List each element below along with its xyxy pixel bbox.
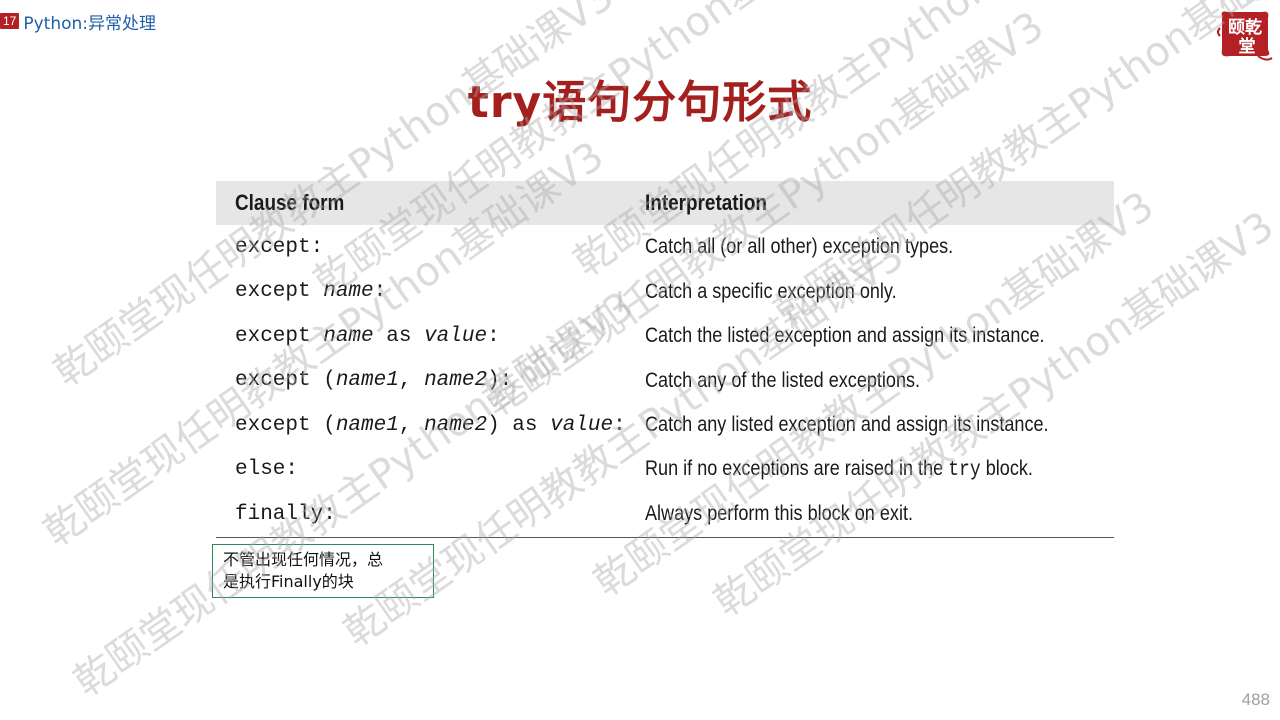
table-row: else: Run if no exceptions are raised in … <box>216 448 1114 493</box>
table-row: except: Catch all (or all other) exceptio… <box>216 225 1114 270</box>
interpretation-text: Always perform this block on exit. <box>644 502 913 526</box>
clause-placeholder: name1 <box>335 413 399 437</box>
clause-keyword: : <box>613 413 626 437</box>
interpretation-cell: Catch the listed exception and assign it… <box>626 314 1114 359</box>
clause-form-cell: finally: <box>216 492 626 538</box>
page-number: 488 <box>1241 690 1270 709</box>
interpretation-cell: Always perform this block on exit. <box>625 492 1114 538</box>
header-interpretation-label: Interpretation <box>644 190 767 215</box>
clause-keyword: ) as <box>487 413 551 437</box>
clause-keyword: : <box>487 324 500 348</box>
table-row: finally: Always perform this block on exi… <box>216 492 1114 538</box>
clause-placeholder: name2 <box>424 369 488 393</box>
clause-keyword: except ( <box>235 413 336 437</box>
clause-keyword: finally: <box>235 502 336 526</box>
clause-placeholder: value <box>550 413 614 437</box>
clause-keyword: except <box>235 324 324 348</box>
interpretation-text: Catch all (or all other) exception types… <box>644 235 953 259</box>
header-interpretation: Interpretation <box>625 181 1114 225</box>
clause-table: Clause form Interpretation except: Catch … <box>216 181 1114 538</box>
table-row: except (name1, name2): Catch any of the l… <box>216 359 1114 404</box>
clause-keyword: : <box>373 280 387 304</box>
clause-keyword: except: <box>235 235 324 259</box>
interpretation-text: Catch the listed exception and assign it… <box>644 324 1045 348</box>
interpretation-text: Catch any of the listed exceptions. <box>644 368 920 392</box>
clause-form-cell: else: <box>216 448 626 493</box>
clause-form-cell: except name: <box>216 270 626 315</box>
header-clause-form: Clause form <box>216 181 626 225</box>
clause-placeholder: name1 <box>335 369 399 393</box>
interpretation-text: Run if no exceptions are raised in the t… <box>645 457 1033 482</box>
clause-keyword: as <box>373 324 425 348</box>
table-row: except name as value: Catch the listed ex… <box>216 314 1114 359</box>
interpretation-cell: Catch any listed exception and assign it… <box>626 403 1114 448</box>
qianyitang-logo: 颐乾 堂 <box>1216 6 1274 64</box>
header-clause-form-label: Clause form <box>235 190 345 215</box>
clause-form-cell: except name as value: <box>216 314 626 359</box>
clause-form-cell: except: <box>216 225 626 270</box>
note-line-2: 是执行Finally的块 <box>223 572 354 591</box>
table-header-row: Clause form Interpretation <box>216 181 1114 225</box>
interpretation-text: Catch any listed exception and assign it… <box>644 413 1049 437</box>
interpretation-cell: Catch any of the listed exceptions. <box>626 359 1114 404</box>
interpretation-cell: Catch all (or all other) exception types… <box>626 225 1114 270</box>
slide-header: 17 Python:异常处理 <box>0 10 157 34</box>
interpretation-cell: Run if no exceptions are raised in the t… <box>626 448 1114 493</box>
interpretation-cell: Catch a specific exception only. <box>626 270 1114 315</box>
table-row: except name: Catch a specific exception o… <box>216 270 1114 315</box>
clause-keyword: else: <box>235 458 299 482</box>
section-title: Python:异常处理 <box>23 13 157 34</box>
inline-code: try <box>947 459 981 483</box>
clause-placeholder: name <box>323 280 374 304</box>
clause-keyword: , <box>398 413 425 437</box>
clause-keyword: except ( <box>235 369 336 393</box>
logo-text-bottom: 堂 <box>1239 36 1256 57</box>
table-row: except (name1, name2) as value: Catch any… <box>216 403 1114 448</box>
interpretation-fragment: Run if no exceptions are raised in the <box>644 457 948 481</box>
interpretation-text: Catch a specific exception only. <box>644 279 897 303</box>
clause-keyword: except <box>235 280 324 304</box>
clause-placeholder: name <box>323 324 374 348</box>
clause-keyword: , <box>398 369 425 393</box>
clause-form-cell: except (name1, name2) as value: <box>216 403 626 448</box>
slide-number-badge: 17 <box>0 13 20 29</box>
clause-form-cell: except (name1, name2): <box>216 359 626 404</box>
note-line-1: 不管出现任何情况，总 <box>223 550 384 569</box>
clause-keyword: ): <box>487 369 513 393</box>
logo-text-top: 颐乾 <box>1228 17 1262 38</box>
slide-title: try语句分句形式 <box>467 77 813 128</box>
interpretation-fragment: block. <box>980 457 1033 481</box>
clause-placeholder: value <box>424 324 488 348</box>
clause-placeholder: name2 <box>424 413 488 437</box>
callout-note: 不管出现任何情况，总 是执行Finally的块 <box>212 544 434 598</box>
